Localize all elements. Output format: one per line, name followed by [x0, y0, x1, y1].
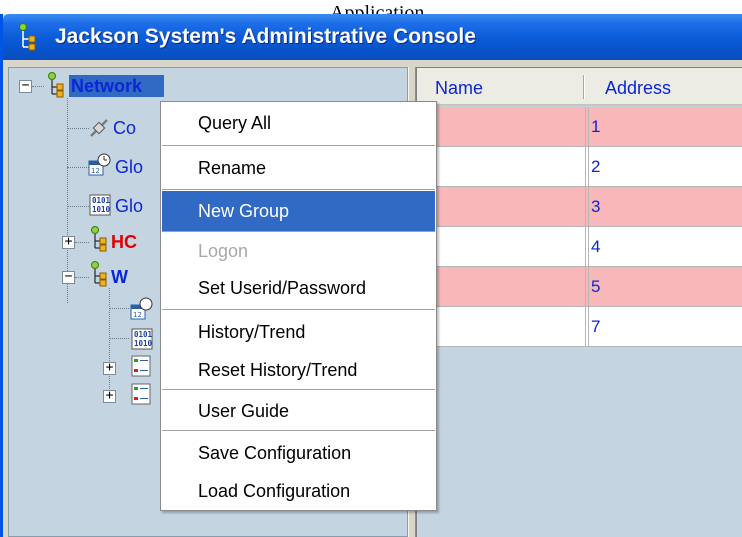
- cell-name: [417, 107, 586, 146]
- menu-item-save-configuration[interactable]: Save Configuration: [162, 433, 435, 473]
- tree-connector: [67, 128, 89, 129]
- menu-separator: [162, 145, 435, 147]
- network-node-icon: [48, 72, 64, 98]
- title-bar[interactable]: Jackson System's Administrative Console: [3, 14, 742, 60]
- tree-item-w[interactable]: W: [111, 266, 128, 288]
- connection-icon: [90, 119, 108, 137]
- table-row[interactable]: 1: [417, 107, 742, 147]
- cell-address: 1: [588, 107, 742, 146]
- menu-item-history-trend[interactable]: History/Trend: [162, 312, 435, 352]
- svg-text:0101: 0101: [92, 196, 111, 205]
- context-menu: Query All Rename New Group Logon Set Use…: [160, 101, 437, 511]
- binary-data-icon: 0101 1010: [131, 328, 153, 350]
- w-collapse-toggle[interactable]: −: [62, 270, 75, 284]
- table-row[interactable]: 2: [417, 147, 742, 187]
- binary-data-icon: 0101 1010: [89, 194, 111, 216]
- tree-connector: [32, 86, 44, 87]
- svg-text:12: 12: [91, 167, 100, 175]
- clock-calendar-icon: 12: [130, 297, 153, 320]
- list-icon: [131, 383, 151, 405]
- network-tree-app-icon: [19, 23, 36, 51]
- menu-item-load-configuration[interactable]: Load Configuration: [162, 471, 435, 511]
- window-tab-caption: Application: [330, 2, 425, 14]
- sub-expand-toggle-1[interactable]: +: [103, 361, 116, 375]
- table-row[interactable]: 4: [417, 227, 742, 267]
- menu-item-new-group[interactable]: New Group: [162, 191, 435, 231]
- tree-item-co[interactable]: Co: [113, 117, 136, 139]
- menu-item-set-userid-password[interactable]: Set Userid/Password: [162, 268, 435, 308]
- menu-separator: [162, 309, 435, 311]
- cell-address: 3: [588, 187, 742, 226]
- application-window: Jackson System's Administrative Console …: [0, 14, 742, 537]
- column-header-name[interactable]: Name: [417, 68, 583, 106]
- list-icon: [131, 355, 151, 377]
- menu-item-query-all[interactable]: Query All: [162, 103, 435, 143]
- svg-text:1010: 1010: [134, 339, 153, 348]
- column-header-address[interactable]: Address: [583, 68, 742, 106]
- tree-item-glo-1[interactable]: Glo: [115, 156, 143, 178]
- cell-name: [417, 227, 586, 266]
- tree-connector: [67, 167, 89, 168]
- menu-item-reset-history-trend[interactable]: Reset History/Trend: [162, 350, 435, 390]
- table-header: Name Address: [417, 68, 742, 106]
- tree-connector: [75, 277, 89, 278]
- menu-separator: [162, 430, 435, 432]
- root-collapse-toggle[interactable]: −: [19, 79, 32, 93]
- cell-address: 4: [588, 227, 742, 266]
- table-row[interactable]: 3: [417, 187, 742, 227]
- tree-connector: [109, 308, 129, 309]
- cell-name: [417, 147, 586, 186]
- address-table: Name Address 1 2 3 4 5 7: [416, 67, 742, 537]
- cell-name: [417, 267, 586, 306]
- window-title: Jackson System's Administrative Console: [55, 25, 476, 48]
- menu-item-logon: Logon: [198, 241, 249, 261]
- tree-item-hc[interactable]: HC: [111, 231, 137, 253]
- table-row[interactable]: 7: [417, 307, 742, 347]
- cell-address: 2: [588, 147, 742, 186]
- cell-name: [417, 307, 586, 346]
- tree-connector: [67, 206, 89, 207]
- tree-connector: [109, 288, 110, 393]
- table-row[interactable]: 5: [417, 267, 742, 307]
- clock-calendar-icon: 12: [88, 153, 111, 176]
- tree-item-network[interactable]: Network: [69, 75, 164, 97]
- tree-connector: [75, 242, 89, 243]
- cell-address: 7: [588, 307, 742, 346]
- hc-expand-toggle[interactable]: +: [62, 235, 75, 249]
- network-node-icon: [91, 261, 107, 287]
- svg-text:1010: 1010: [92, 205, 111, 214]
- svg-text:12: 12: [133, 311, 142, 319]
- menu-item-rename[interactable]: Rename: [162, 148, 435, 188]
- cell-address: 5: [588, 267, 742, 306]
- network-node-icon: [91, 226, 107, 252]
- sub-expand-toggle-2[interactable]: +: [103, 389, 116, 403]
- menu-item-user-guide[interactable]: User Guide: [162, 391, 435, 431]
- tree-connector: [109, 338, 129, 339]
- tree-item-glo-2[interactable]: Glo: [115, 195, 143, 217]
- svg-text:0101: 0101: [134, 330, 153, 339]
- cell-name: [417, 187, 586, 226]
